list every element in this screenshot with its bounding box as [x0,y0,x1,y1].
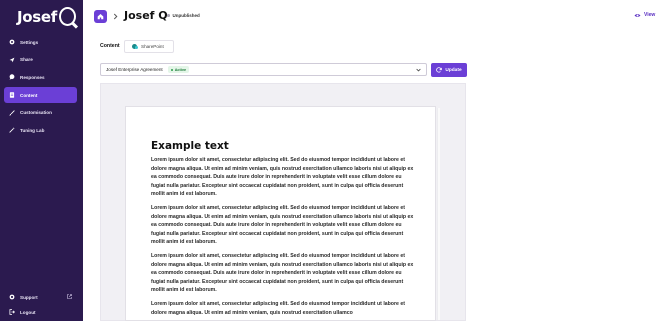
source-label: SharePoint [141,44,164,49]
active-badge-label: Active [174,67,187,72]
sidebar-item-settings[interactable]: Settings [4,34,77,50]
document-select-value: Josef Enterprise Agreement [106,67,163,72]
q-logo-icon [59,7,77,26]
sidebar-item-label: Customisation [20,110,52,116]
share-icon [9,57,15,63]
sidebar-item-content[interactable]: Content [4,87,77,104]
external-link-icon [67,294,72,299]
chat-icon [9,74,15,81]
document-paragraph: Lorem ipsum dolor sit amet, consectetur … [151,157,414,197]
preview-scrollbar[interactable] [437,108,440,320]
document-title: Example text [151,140,229,152]
sidebar-item-label: Content [20,92,38,98]
sidebar-item-label: Settings [20,39,39,45]
status-label: Unpublished [172,13,200,18]
view-button[interactable]: View [634,12,655,18]
sidebar-item-label: Tuning Lab [20,127,45,133]
status-badge: Unpublished [167,13,200,18]
brush-icon [9,110,15,116]
help-icon [9,294,15,300]
brand-logo[interactable]: Josef [17,7,77,26]
home-icon [97,14,104,20]
document-icon [9,92,15,98]
gear-icon [9,39,15,45]
sidebar-item-label: Responses [20,74,45,80]
sidebar-item-tuning-lab[interactable]: Tuning Lab [4,122,77,138]
home-button[interactable] [94,10,107,23]
document-paragraph: Lorem ipsum dolor sit amet, consectetur … [151,205,414,245]
active-badge: Active [167,66,190,73]
sidebar-nav: Settings Share Responses Content Customi… [4,34,77,140]
sidebar-item-label: Support [20,294,38,300]
status-dot-icon [167,14,170,17]
sidebar-item-logout[interactable]: Logout [4,304,77,320]
source-tab-sharepoint[interactable]: SharePoint [124,40,174,53]
sidebar-item-label: Share [20,57,33,63]
sidebar-item-share[interactable]: Share [4,52,77,68]
chevron-right-icon [113,13,118,20]
sidebar-item-label: Logout [20,309,36,315]
chevron-down-icon [416,68,421,72]
sidebar-logout[interactable]: Logout [4,304,77,321]
eye-icon [634,13,641,17]
active-dot-icon [170,68,173,71]
brand-name: Josef [17,7,58,26]
view-label: View [644,12,656,18]
update-label: Update [445,67,462,73]
document-select[interactable]: Josef Enterprise Agreement Active [100,63,427,76]
document-paragraph: Lorem ipsum dolor sit amet, consectetur … [151,253,414,293]
content-label: Content [100,43,120,49]
sharepoint-icon [132,44,138,49]
sidebar: Josef Settings Share Responses Content C… [0,0,83,321]
wand-icon [9,127,15,134]
refresh-icon [436,67,443,73]
sidebar-item-customisation[interactable]: Customisation [4,105,77,121]
page-title: Josef Q [124,9,168,22]
sidebar-item-responses[interactable]: Responses [4,69,77,85]
logout-icon [9,309,15,315]
document-paragraph: Lorem ipsum dolor sit amet, consectetur … [151,301,405,316]
update-button[interactable]: Update [431,63,467,77]
